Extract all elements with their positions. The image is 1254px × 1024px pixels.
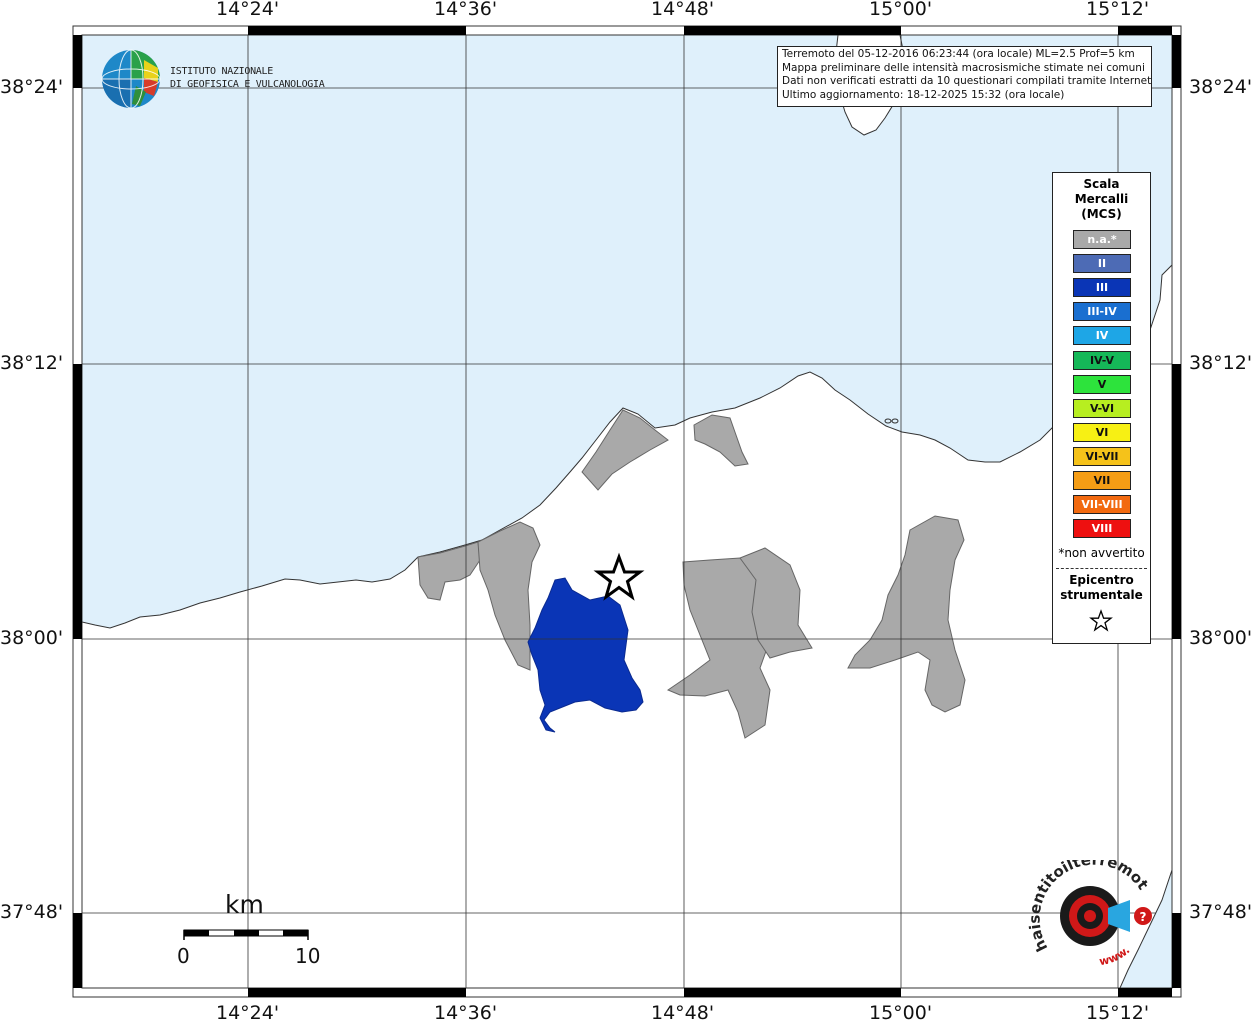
legend-title: Scala Mercalli (MCS): [1053, 177, 1150, 222]
event-info-line1: Terremoto del 05-12-2016 06:23:44 (ora l…: [782, 48, 1135, 60]
event-info-box: Terremoto del 05-12-2016 06:23:44 (ora l…: [777, 46, 1152, 107]
legend-title-line1: Scala: [1083, 177, 1120, 191]
legend-swatch-item: VII-VIII: [1073, 495, 1131, 515]
legend-swatch-item: VIII: [1073, 519, 1131, 539]
scale-unit-label: km: [225, 890, 264, 919]
event-info-line4: Ultimo aggiornamento: 18-12-2025 15:32 (…: [782, 88, 1065, 101]
mcs-legend: Scala Mercalli (MCS) n.a.* II III III-IV IV I…: [1052, 172, 1151, 644]
ingv-name-line1: ISTITUTO NAZIONALE: [170, 66, 273, 77]
event-info-line3: Dati non verificati estratti da 10 quest…: [782, 75, 1152, 87]
legend-divider: [1056, 568, 1147, 569]
legend-swatch-item: n.a.*: [1073, 230, 1131, 249]
event-info-line2: Mappa preliminare delle intensità macros…: [782, 61, 1145, 74]
legend-swatch-item: II: [1073, 254, 1131, 274]
ingv-name-line2: DI GEOFISICA E VULCANOLOGIA: [170, 79, 325, 90]
legend-title-line3: (MCS): [1081, 207, 1122, 221]
legend-swatch-item: V: [1073, 374, 1131, 394]
svg-text:?: ?: [1140, 910, 1147, 924]
legend-epicenter-line2: strumentale: [1060, 588, 1143, 602]
globe-icon: [101, 49, 161, 109]
haisentito-logo: ? haisentitoilterremoto.it www.: [1028, 860, 1152, 969]
hst-logo-www: www.: [1098, 944, 1132, 969]
scale-start-label: 0: [177, 944, 190, 968]
legend-swatch-item: IV: [1073, 326, 1131, 346]
legend-swatch-item: VI: [1073, 422, 1131, 442]
legend-epicenter-label: Epicentro strumentale: [1053, 573, 1150, 603]
scale-end-label: 10: [295, 944, 321, 968]
legend-swatch-item: III: [1073, 278, 1131, 298]
legend-title-line2: Mercalli: [1074, 192, 1129, 206]
legend-swatch-item: V-VI: [1073, 398, 1131, 418]
legend-swatch-item: VII: [1073, 471, 1131, 490]
star-icon: [1089, 609, 1113, 632]
svg-text:www.: www.: [1098, 944, 1132, 969]
legend-note: *non avvertito: [1058, 546, 1145, 560]
legend-swatch-item: III-IV: [1073, 302, 1131, 322]
scale-bar: km 0 10: [170, 890, 330, 970]
ingv-logo: ISTITUTO NAZIONALE DI GEOFISICA E VULCAN…: [100, 48, 330, 112]
legend-epicenter-line1: Epicentro: [1069, 573, 1134, 587]
legend-swatch-item: VI-VII: [1073, 446, 1131, 466]
legend-swatch-item: IV-V: [1073, 350, 1131, 370]
